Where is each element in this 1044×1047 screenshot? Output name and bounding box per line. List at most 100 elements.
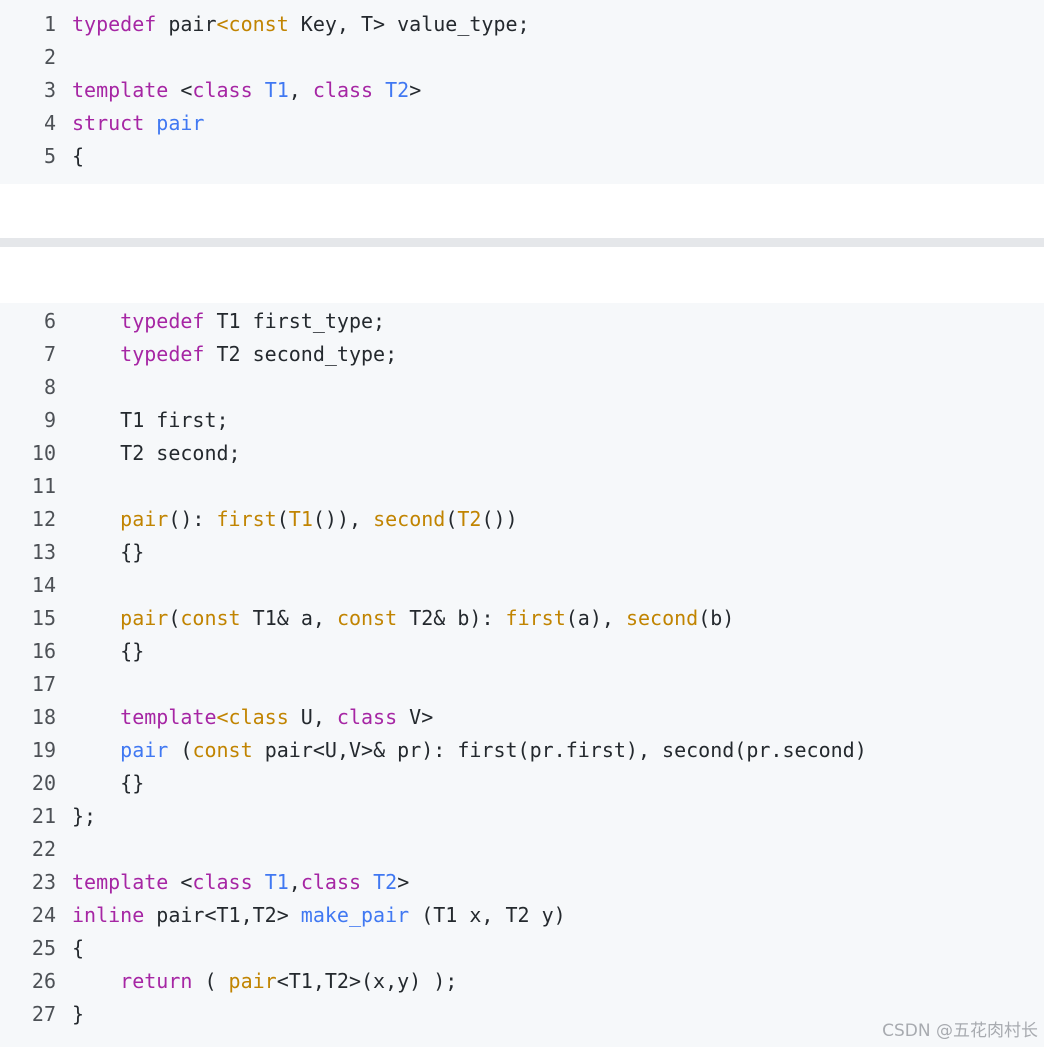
line-number: 11 bbox=[31, 474, 56, 498]
code-line: 13 {} bbox=[0, 536, 1044, 569]
line-number: 20 bbox=[31, 771, 56, 795]
line-number: 8 bbox=[43, 375, 56, 399]
code-token: pair bbox=[120, 606, 169, 630]
code-token: inline bbox=[72, 903, 145, 927]
line-number: 18 bbox=[31, 705, 56, 729]
line-number: 3 bbox=[43, 78, 56, 102]
code-token: T1& a, bbox=[240, 606, 337, 630]
line-number: 15 bbox=[31, 606, 56, 630]
code-token: > bbox=[409, 78, 422, 102]
code-text: } bbox=[72, 998, 84, 1031]
code-token: first bbox=[216, 507, 277, 531]
line-number: 16 bbox=[31, 639, 56, 663]
code-token: second bbox=[625, 606, 699, 630]
line-number: 2 bbox=[43, 45, 56, 69]
code-token: pair bbox=[156, 12, 217, 36]
code-token: T2 second; bbox=[72, 441, 241, 465]
code-line: 11 bbox=[0, 470, 1044, 503]
code-token: pair bbox=[156, 111, 205, 135]
code-token: const bbox=[336, 606, 398, 630]
line-number: 7 bbox=[43, 342, 56, 366]
code-line: 24 inline pair<T1,T2> make_pair (T1 x, T2… bbox=[0, 899, 1044, 932]
code-token: class bbox=[336, 705, 398, 729]
code-token: <T1,T2>(x,y) ); bbox=[276, 969, 458, 993]
line-number: 22 bbox=[31, 837, 56, 861]
code-text: typedef T2 second_type; bbox=[72, 338, 397, 371]
code-line: 6 typedef T1 first_type; bbox=[0, 305, 1044, 338]
code-line: 5{ bbox=[0, 140, 1044, 173]
code-token: ()) bbox=[481, 507, 518, 531]
code-text: struct pair bbox=[72, 107, 204, 140]
code-token: pair<U,V>& pr): first(pr.first), second(… bbox=[252, 738, 867, 762]
code-token: ( bbox=[192, 969, 229, 993]
code-token: return bbox=[120, 969, 193, 993]
code-line: 20 {} bbox=[0, 767, 1044, 800]
code-token: T1 first_type; bbox=[204, 309, 386, 333]
code-text: typedef pair<const Key, T> value_type; bbox=[72, 8, 530, 41]
code-line: 2 bbox=[0, 41, 1044, 74]
code-token: second bbox=[373, 507, 446, 531]
code-token: T2 bbox=[385, 78, 410, 102]
code-token: { bbox=[72, 144, 85, 168]
code-line: 8 bbox=[0, 371, 1044, 404]
code-text: { bbox=[72, 140, 84, 173]
code-token: Key, T> value_type; bbox=[288, 12, 530, 36]
code-token: template bbox=[72, 78, 169, 102]
code-token: pair bbox=[120, 738, 169, 762]
code-line: 16 {} bbox=[0, 635, 1044, 668]
line-number: 10 bbox=[31, 441, 56, 465]
line-number: 27 bbox=[31, 1002, 56, 1026]
code-text: { bbox=[72, 932, 84, 965]
code-token: ()), bbox=[312, 507, 374, 531]
code-token: <const bbox=[216, 12, 289, 36]
code-text: {} bbox=[72, 536, 144, 569]
code-token: make_pair bbox=[300, 903, 410, 927]
code-token: V> bbox=[397, 705, 434, 729]
code-token: T1 first; bbox=[72, 408, 229, 432]
code-line: 9 T1 first; bbox=[0, 404, 1044, 437]
code-line: 12 pair(): first(T1()), second(T2()) bbox=[0, 503, 1044, 536]
code-token: U, bbox=[288, 705, 337, 729]
code-line: 7 typedef T2 second_type; bbox=[0, 338, 1044, 371]
line-number: 19 bbox=[31, 738, 56, 762]
code-text: pair(const T1& a, const T2& b): first(a)… bbox=[72, 602, 734, 635]
code-line: 26 return ( pair<T1,T2>(x,y) ); bbox=[0, 965, 1044, 998]
code-text: typedef T1 first_type; bbox=[72, 305, 385, 338]
code-token: (T1 x, T2 y) bbox=[409, 903, 566, 927]
line-number: 14 bbox=[31, 573, 56, 597]
code-token: class bbox=[300, 870, 362, 894]
code-token: , bbox=[288, 78, 313, 102]
code-line: 10 T2 second; bbox=[0, 437, 1044, 470]
code-token: typedef bbox=[120, 309, 205, 333]
code-token: typedef bbox=[120, 342, 205, 366]
code-line: 22 bbox=[0, 833, 1044, 866]
line-number: 21 bbox=[31, 804, 56, 828]
code-text: inline pair<T1,T2> make_pair (T1 x, T2 y… bbox=[72, 899, 566, 932]
code-text: {} bbox=[72, 767, 144, 800]
code-token: class bbox=[192, 78, 253, 102]
code-token: {} bbox=[72, 771, 145, 795]
line-number: 6 bbox=[43, 309, 56, 333]
code-token: first bbox=[505, 606, 566, 630]
code-token: (b) bbox=[698, 606, 735, 630]
code-text: T1 first; bbox=[72, 404, 229, 437]
line-number: 26 bbox=[31, 969, 56, 993]
code-token: <class bbox=[216, 705, 289, 729]
line-number: 4 bbox=[43, 111, 56, 135]
code-token: T2& b): bbox=[397, 606, 506, 630]
code-line: 19 pair (const pair<U,V>& pr): first(pr.… bbox=[0, 734, 1044, 767]
code-token: (a), bbox=[565, 606, 626, 630]
watermark: CSDN @五花肉村长 bbox=[882, 1021, 1038, 1041]
line-number: 1 bbox=[43, 12, 56, 36]
code-line: 21}; bbox=[0, 800, 1044, 833]
code-token: ( bbox=[168, 606, 181, 630]
code-token: {} bbox=[72, 639, 145, 663]
code-line: 25 { bbox=[0, 932, 1044, 965]
